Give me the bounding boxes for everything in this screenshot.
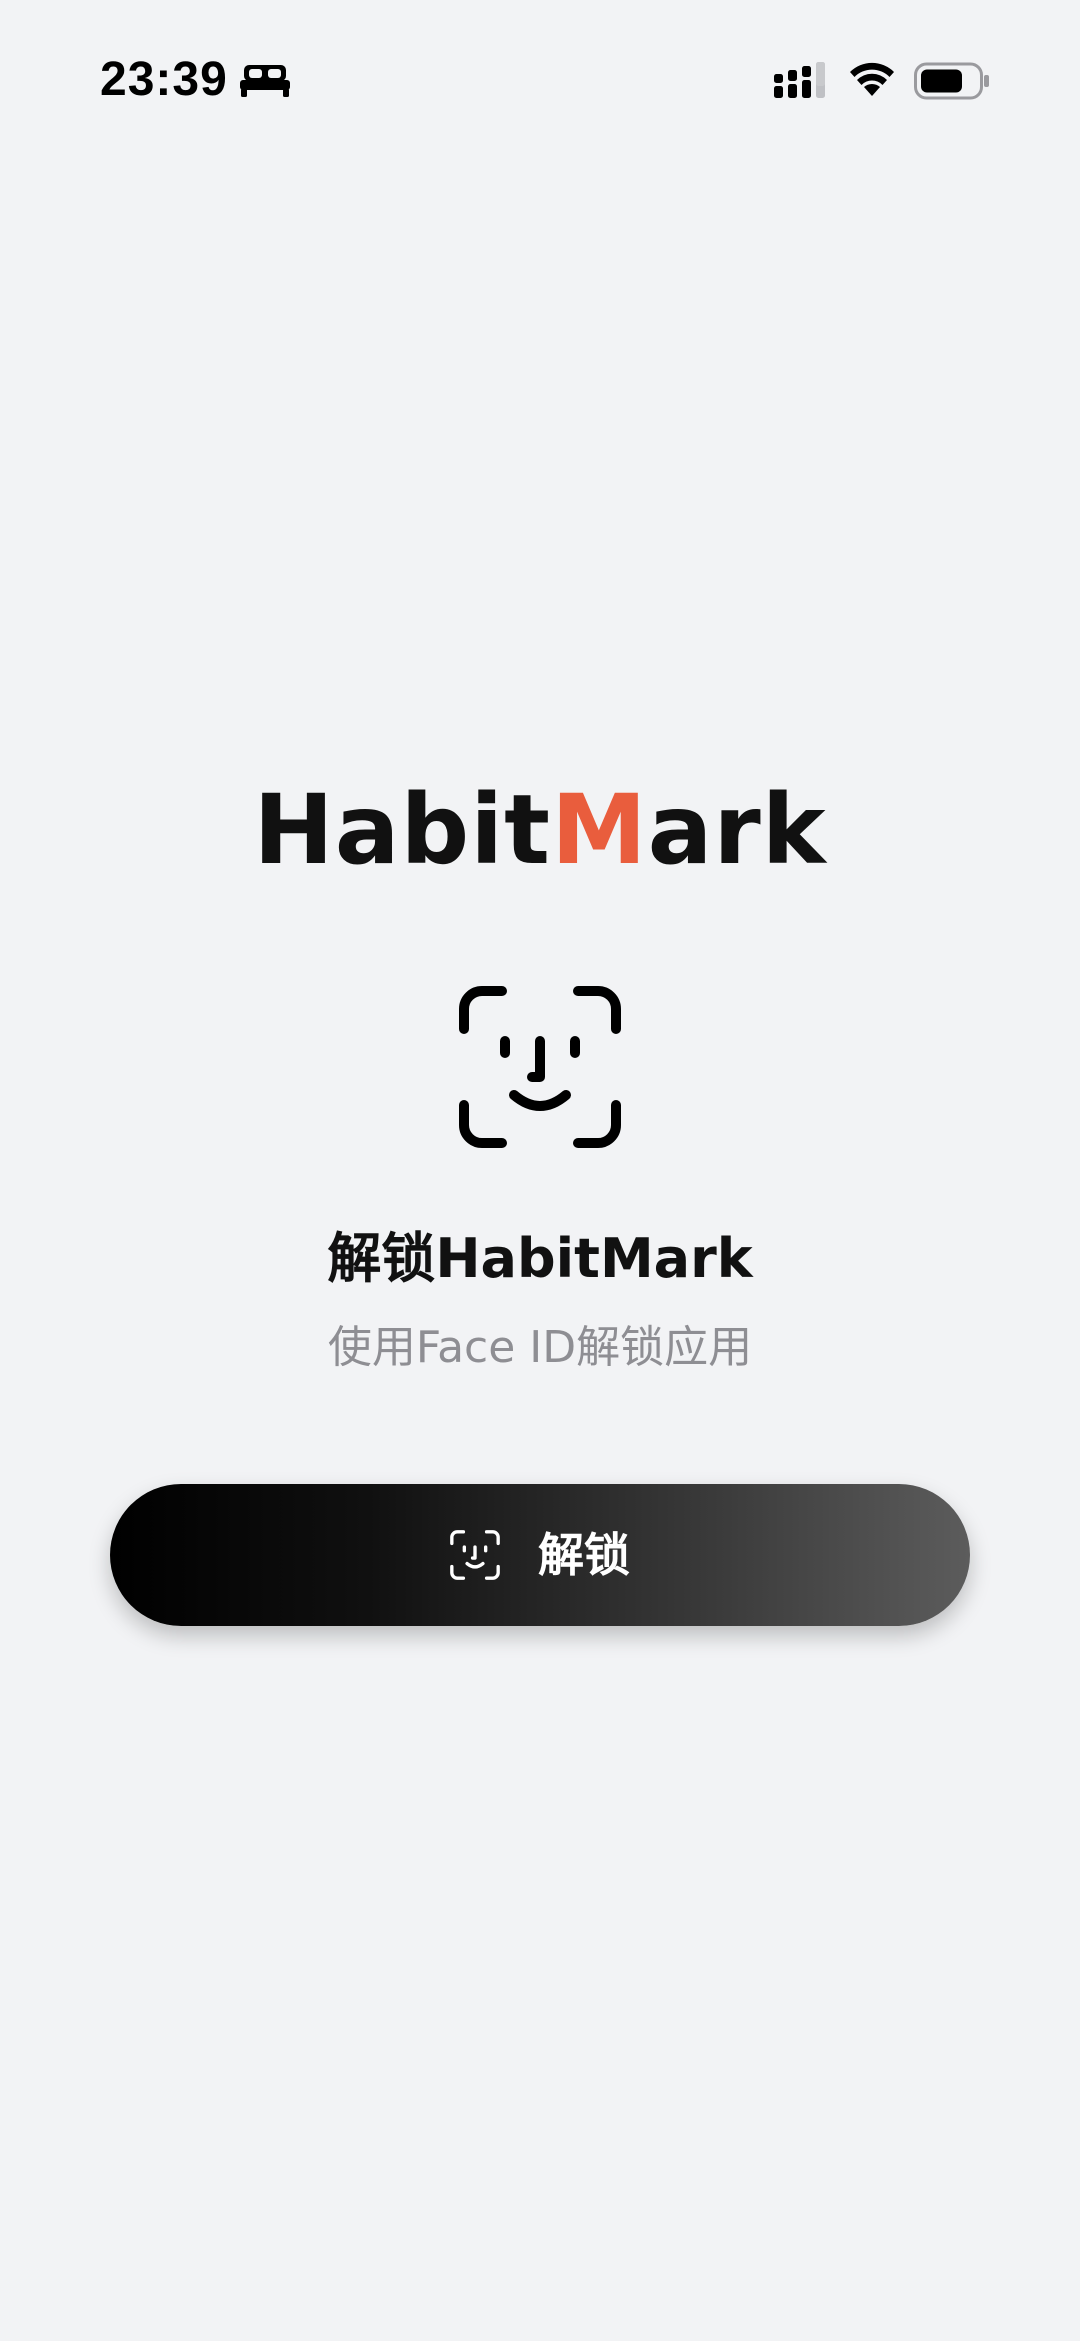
status-time: 23:39 [100,53,228,106]
unlock-button[interactable]: 解锁 [110,1484,970,1626]
wifi-icon [850,62,894,96]
page-title: 解锁HabitMark [327,1227,753,1290]
face-id-icon [459,986,621,1148]
signal-icon [774,62,825,98]
unlock-button-label: 解锁 [538,1528,630,1582]
sleep-icon [240,65,290,97]
status-bar: 23:39 [0,0,1080,160]
logo-part-habit: Habit [253,774,552,886]
face-id-icon [450,1530,500,1580]
logo-part-m: M [551,774,648,886]
battery-icon [914,62,989,100]
page-subtitle: 使用Face ID解锁应用 [327,1322,753,1373]
app-logo: HabitMark [0,770,1080,890]
logo-part-ark: ark [647,774,827,886]
